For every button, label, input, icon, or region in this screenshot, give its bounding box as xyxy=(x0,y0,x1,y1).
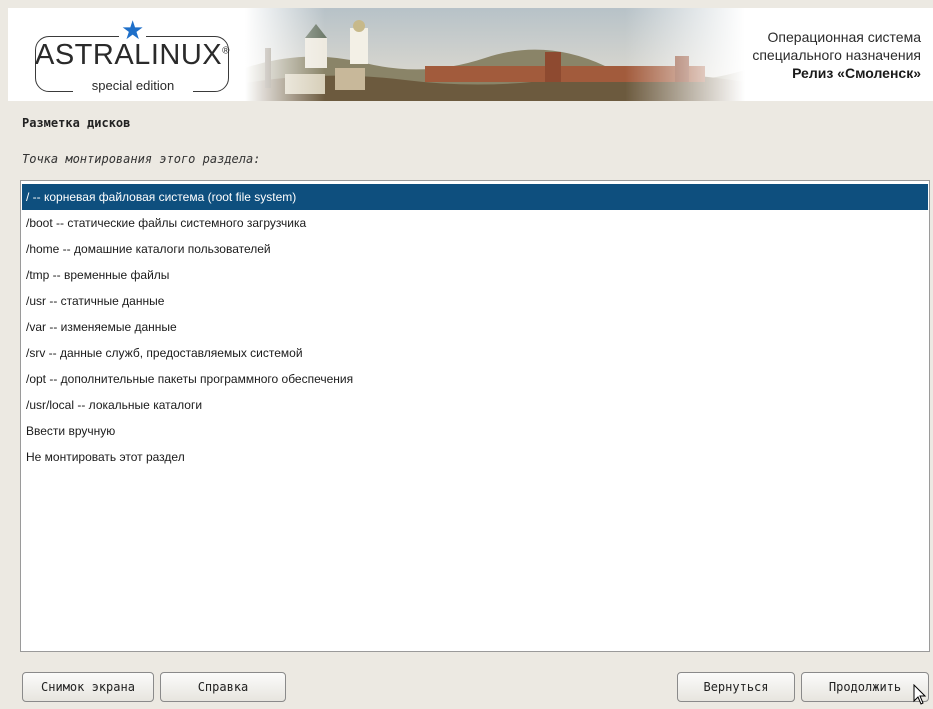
mount-option-row[interactable]: Ввести вручную xyxy=(22,418,928,444)
back-button[interactable]: Вернуться xyxy=(677,672,795,702)
help-button[interactable]: Справка xyxy=(160,672,286,702)
mount-option-row[interactable]: /var -- изменяемые данные xyxy=(22,314,928,340)
continue-button[interactable]: Продолжить xyxy=(801,672,929,702)
astralinux-logo: ★ ASTRALINUX® special edition xyxy=(35,18,230,100)
screenshot-button[interactable]: Снимок экрана xyxy=(22,672,154,702)
mount-option-row[interactable]: /tmp -- временные файлы xyxy=(22,262,928,288)
mount-option-row[interactable]: /usr -- статичные данные xyxy=(22,288,928,314)
logo-subtitle: special edition xyxy=(73,78,193,93)
mount-option-row[interactable]: Не монтировать этот раздел xyxy=(22,444,928,470)
release-name: Релиз «Смоленск» xyxy=(792,65,921,81)
mount-option-row[interactable]: /boot -- статические файлы системного за… xyxy=(22,210,928,236)
mount-point-prompt: Точка монтирования этого раздела: xyxy=(22,152,261,166)
mount-option-row[interactable]: /usr/local -- локальные каталоги xyxy=(22,392,928,418)
release-info: Операционная система специального назнач… xyxy=(752,28,921,82)
mount-option-row[interactable]: /srv -- данные служб, предоставляемых си… xyxy=(22,340,928,366)
mount-point-list[interactable]: / -- корневая файловая система (root fil… xyxy=(20,180,930,652)
mount-option-row[interactable]: /opt -- дополнительные пакеты программно… xyxy=(22,366,928,392)
header-banner: ★ ASTRALINUX® special edition Операционн… xyxy=(8,8,933,101)
release-line-os: Операционная система xyxy=(767,29,921,45)
mouse-pointer-icon xyxy=(913,684,927,705)
release-line-purpose: специального назначения xyxy=(752,47,921,63)
mount-option-row[interactable]: / -- корневая файловая система (root fil… xyxy=(22,184,928,210)
page-title: Разметка дисков xyxy=(22,116,131,130)
smolensk-panorama-image xyxy=(245,8,745,101)
mount-option-row[interactable]: /home -- домашние каталоги пользователей xyxy=(22,236,928,262)
logo-text: ASTRALINUX® xyxy=(35,39,230,71)
